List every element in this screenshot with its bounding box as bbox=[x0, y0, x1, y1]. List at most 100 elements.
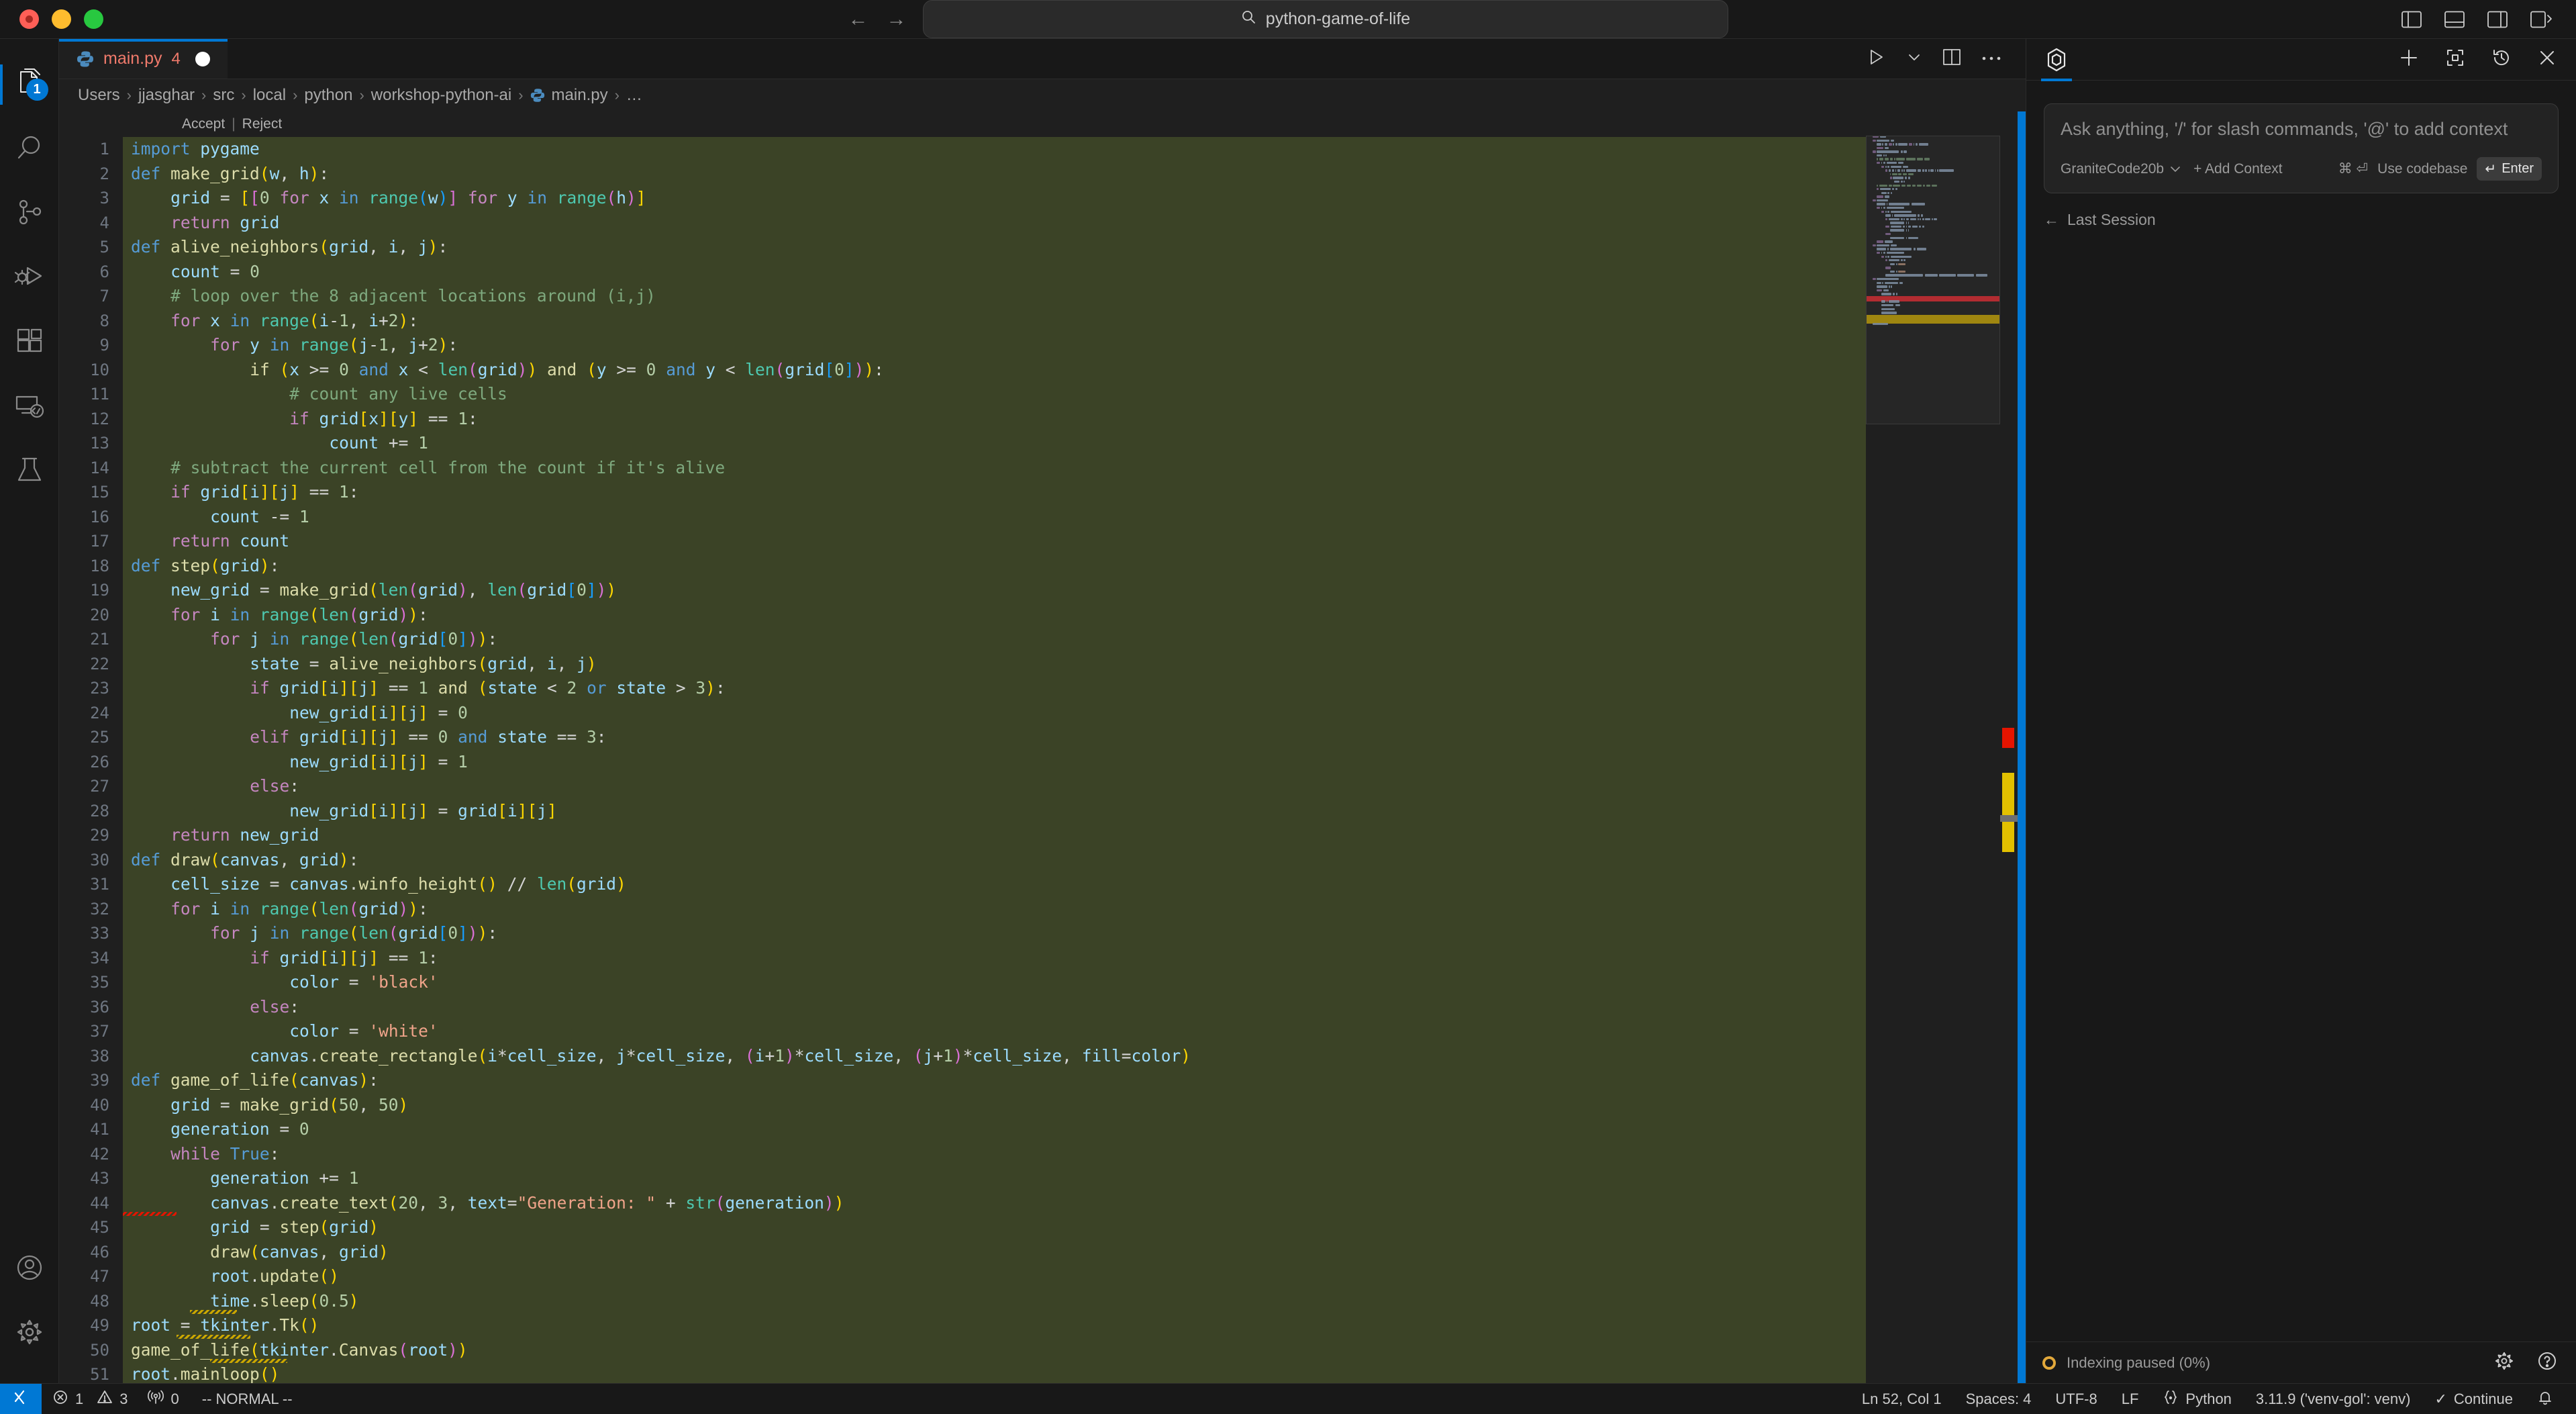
code-line[interactable]: if (x >= 0 and x < len(grid)) and (y >= … bbox=[123, 358, 1866, 383]
status-continue[interactable]: ✓ Continue bbox=[2422, 1391, 2525, 1408]
code-content[interactable]: import pygame def make_grid(w, h): grid =… bbox=[123, 111, 1866, 1383]
code-line[interactable]: new_grid[i][j] = grid[i][j] bbox=[123, 799, 1866, 824]
status-cursor-position[interactable]: Ln 52, Col 1 bbox=[1850, 1391, 1954, 1408]
code-line[interactable]: for i in range(len(grid)): bbox=[123, 603, 1866, 628]
minimap-slider[interactable] bbox=[1866, 136, 2000, 424]
code-line[interactable]: for i in range(len(grid)): bbox=[123, 897, 1866, 922]
code-line[interactable]: return new_grid bbox=[123, 823, 1866, 848]
breadcrumb-segment-5[interactable]: workshop-python-ai bbox=[371, 86, 511, 105]
code-line[interactable]: state = alive_neighbors(grid, i, j) bbox=[123, 652, 1866, 677]
toggle-primary-sidebar-icon[interactable] bbox=[2401, 11, 2422, 28]
breadcrumb-segment-1[interactable]: jjasghar bbox=[138, 86, 195, 105]
minimap[interactable] bbox=[1866, 111, 2000, 1383]
toggle-panel-icon[interactable] bbox=[2444, 11, 2465, 28]
breadcrumb-segment-7[interactable]: … bbox=[626, 86, 642, 105]
continue-logo-icon[interactable] bbox=[2041, 47, 2072, 81]
status-python-interpreter[interactable]: 3.11.9 ('venv-gol': venv) bbox=[2244, 1391, 2423, 1408]
code-line[interactable]: root = tkinter.Tk() bbox=[123, 1313, 1866, 1339]
code-line[interactable]: generation = 0 bbox=[123, 1117, 1866, 1142]
code-line[interactable]: time.sleep(0.5) bbox=[123, 1289, 1866, 1314]
sidebar-item-extensions[interactable] bbox=[0, 310, 59, 375]
code-line[interactable]: while True: bbox=[123, 1142, 1866, 1167]
new-session-icon[interactable] bbox=[2399, 48, 2419, 71]
code-area[interactable]: 1 2 3 4 5 6 7 8 9 10 11 12 13 14 15 16 17 18 19 20 21 22 23 24 2… bbox=[59, 111, 1866, 1383]
code-line[interactable]: color = 'white' bbox=[123, 1019, 1866, 1044]
add-context-button[interactable]: + Add Context bbox=[2193, 161, 2283, 177]
breadcrumb-segment-6[interactable]: main.py bbox=[552, 86, 608, 105]
tab-main-py[interactable]: main.py 4 bbox=[59, 39, 228, 79]
gear-icon[interactable] bbox=[2494, 1351, 2514, 1374]
code-line[interactable]: for j in range(len(grid[0])): bbox=[123, 921, 1866, 946]
close-icon[interactable] bbox=[2538, 49, 2556, 70]
code-line[interactable]: draw(canvas, grid) bbox=[123, 1240, 1866, 1265]
code-line[interactable]: count += 1 bbox=[123, 431, 1866, 456]
code-line[interactable]: count = 0 bbox=[123, 260, 1866, 285]
sidebar-item-testing[interactable] bbox=[0, 439, 59, 504]
fullscreen-icon[interactable] bbox=[2446, 48, 2465, 70]
last-session-button[interactable]: ← Last Session bbox=[2044, 211, 2559, 229]
code-line[interactable]: canvas.create_rectangle(i*cell_size, j*c… bbox=[123, 1044, 1866, 1069]
code-line[interactable]: def draw(canvas, grid): bbox=[123, 848, 1866, 873]
model-selector[interactable]: GraniteCode20b bbox=[2061, 161, 2181, 177]
sidebar-item-accounts[interactable] bbox=[0, 1237, 59, 1301]
code-line[interactable]: # count any live cells bbox=[123, 382, 1866, 407]
code-line[interactable]: import pygame bbox=[123, 137, 1866, 162]
enter-button[interactable]: ↵ Enter bbox=[2477, 157, 2542, 181]
customize-layout-icon[interactable] bbox=[2530, 11, 2553, 28]
overview-ruler[interactable] bbox=[2000, 111, 2018, 1383]
code-line[interactable]: grid = step(grid) bbox=[123, 1215, 1866, 1240]
split-editor-icon[interactable] bbox=[1942, 48, 1961, 70]
sidebar-item-explorer[interactable]: 1 bbox=[0, 52, 59, 117]
chat-input-box[interactable]: Ask anything, '/' for slash commands, '@… bbox=[2044, 103, 2559, 193]
code-line[interactable]: canvas.create_text(20, 3, text="Generati… bbox=[123, 1191, 1866, 1216]
tab-dirty-indicator[interactable] bbox=[195, 51, 210, 66]
sidebar-item-source-control[interactable] bbox=[0, 181, 59, 246]
status-problems[interactable]: 1 3 0 bbox=[42, 1384, 190, 1414]
code-line[interactable]: count -= 1 bbox=[123, 505, 1866, 530]
code-line[interactable]: def step(grid): bbox=[123, 554, 1866, 579]
code-line[interactable]: return grid bbox=[123, 211, 1866, 236]
help-icon[interactable] bbox=[2537, 1351, 2557, 1374]
code-line[interactable]: if grid[i][j] == 1: bbox=[123, 480, 1866, 505]
run-python-file-icon[interactable] bbox=[1866, 47, 1886, 70]
accept-button[interactable]: Accept bbox=[182, 116, 225, 132]
status-encoding[interactable]: UTF-8 bbox=[2043, 1391, 2109, 1408]
code-line[interactable]: root.update() bbox=[123, 1264, 1866, 1289]
breadcrumb-segment-2[interactable]: src bbox=[213, 86, 234, 105]
status-language[interactable]: Python bbox=[2150, 1389, 2244, 1409]
code-line[interactable]: else: bbox=[123, 995, 1866, 1020]
code-line[interactable]: else: bbox=[123, 774, 1866, 799]
code-line[interactable]: # subtract the current cell from the cou… bbox=[123, 456, 1866, 481]
breadcrumb-segment-4[interactable]: python bbox=[304, 86, 352, 105]
reject-button[interactable]: Reject bbox=[242, 116, 283, 132]
code-line[interactable]: def game_of_life(canvas): bbox=[123, 1068, 1866, 1093]
remote-window-button[interactable] bbox=[0, 1383, 42, 1414]
code-line[interactable]: grid = [[0 for x in range(w)] for y in r… bbox=[123, 186, 1866, 211]
chat-input-placeholder[interactable]: Ask anything, '/' for slash commands, '@… bbox=[2061, 119, 2542, 140]
code-line[interactable]: elif grid[i][j] == 0 and state == 3: bbox=[123, 725, 1866, 750]
code-line[interactable]: game_of_life(tkinter.Canvas(root)) bbox=[123, 1338, 1866, 1363]
code-line[interactable]: grid = make_grid(50, 50) bbox=[123, 1093, 1866, 1118]
chevron-down-icon[interactable] bbox=[1906, 49, 1922, 68]
breadcrumb-segment-3[interactable]: local bbox=[253, 86, 286, 105]
code-line[interactable]: color = 'black' bbox=[123, 970, 1866, 995]
editor-scrollbar-slider[interactable] bbox=[2000, 815, 2018, 822]
code-line[interactable]: cell_size = canvas.winfo_height() // len… bbox=[123, 872, 1866, 897]
code-line[interactable]: if grid[x][y] == 1: bbox=[123, 407, 1866, 432]
toggle-secondary-sidebar-icon[interactable] bbox=[2487, 11, 2508, 28]
code-line[interactable]: for y in range(j-1, j+2): bbox=[123, 333, 1866, 358]
code-line[interactable]: return count bbox=[123, 529, 1866, 554]
use-codebase-label[interactable]: Use codebase bbox=[2377, 161, 2467, 177]
breadcrumb-segment-0[interactable]: Users bbox=[78, 86, 120, 105]
sidebar-item-run-and-debug[interactable] bbox=[0, 246, 59, 310]
code-line[interactable]: for j in range(len(grid[0])): bbox=[123, 627, 1866, 652]
sidebar-item-search[interactable] bbox=[0, 117, 59, 181]
history-icon[interactable] bbox=[2491, 48, 2512, 71]
status-notifications[interactable] bbox=[2525, 1388, 2565, 1410]
code-line[interactable]: def make_grid(w, h): bbox=[123, 162, 1866, 187]
status-indentation[interactable]: Spaces: 4 bbox=[1954, 1391, 2044, 1408]
code-line[interactable]: if grid[i][j] == 1 and (state < 2 or sta… bbox=[123, 676, 1866, 701]
code-line[interactable]: # loop over the 8 adjacent locations aro… bbox=[123, 284, 1866, 309]
command-center-search[interactable]: python-game-of-life bbox=[922, 0, 1728, 38]
sidebar-item-manage[interactable] bbox=[0, 1301, 59, 1366]
